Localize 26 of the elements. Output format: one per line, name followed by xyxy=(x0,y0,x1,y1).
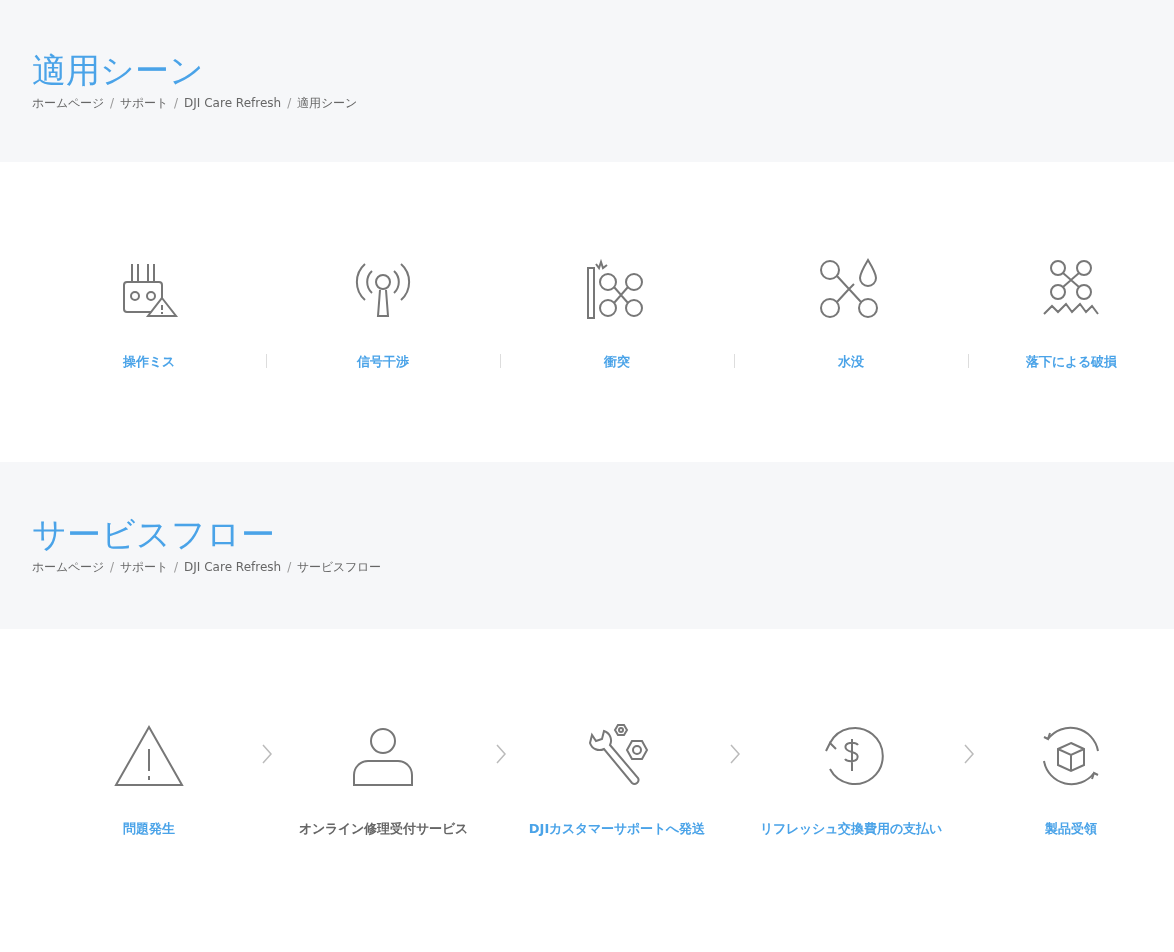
item-link[interactable]: 信号干渉 xyxy=(357,348,409,372)
item-link[interactable]: 問題発生 xyxy=(123,814,175,838)
breadcrumb-separator: / xyxy=(110,559,115,577)
breadcrumb-separator: / xyxy=(287,95,292,113)
item-link[interactable]: 水没 xyxy=(838,348,864,372)
breadcrumb-separator: / xyxy=(110,95,115,113)
section-title: 適用シーン xyxy=(32,49,205,91)
breadcrumb-separator: / xyxy=(287,559,292,577)
breadcrumb-link[interactable]: ホームページ xyxy=(32,94,104,113)
item-link[interactable]: 操作ミス xyxy=(123,348,175,372)
item-link[interactable]: 製品受領 xyxy=(1045,814,1097,838)
breadcrumb-link[interactable]: サポート xyxy=(120,94,169,113)
item-link[interactable]: 衝突 xyxy=(604,348,630,372)
breadcrumb-link[interactable]: サポート xyxy=(120,558,169,577)
breadcrumb-separator: / xyxy=(174,559,179,577)
breadcrumb-link[interactable]: ホームページ xyxy=(32,558,104,577)
section-title: サービスフロー xyxy=(32,513,276,555)
item-link[interactable]: 落下による破損 xyxy=(1025,348,1117,372)
item-link[interactable]: リフレッシュ交換費用の支払い xyxy=(760,814,942,838)
breadcrumb-link[interactable]: DJI Care Refresh xyxy=(184,558,282,577)
breadcrumb-link[interactable]: DJI Care Refresh xyxy=(184,94,282,113)
breadcrumb-separator: / xyxy=(174,95,179,113)
item-label: オンライン修理受付サービス xyxy=(298,819,468,838)
item-link[interactable]: DJIカスタマーサポートへ発送 xyxy=(528,814,706,838)
breadcrumb-current: サービスフロー xyxy=(297,559,382,577)
breadcrumb-current: 適用シーン xyxy=(297,95,358,113)
